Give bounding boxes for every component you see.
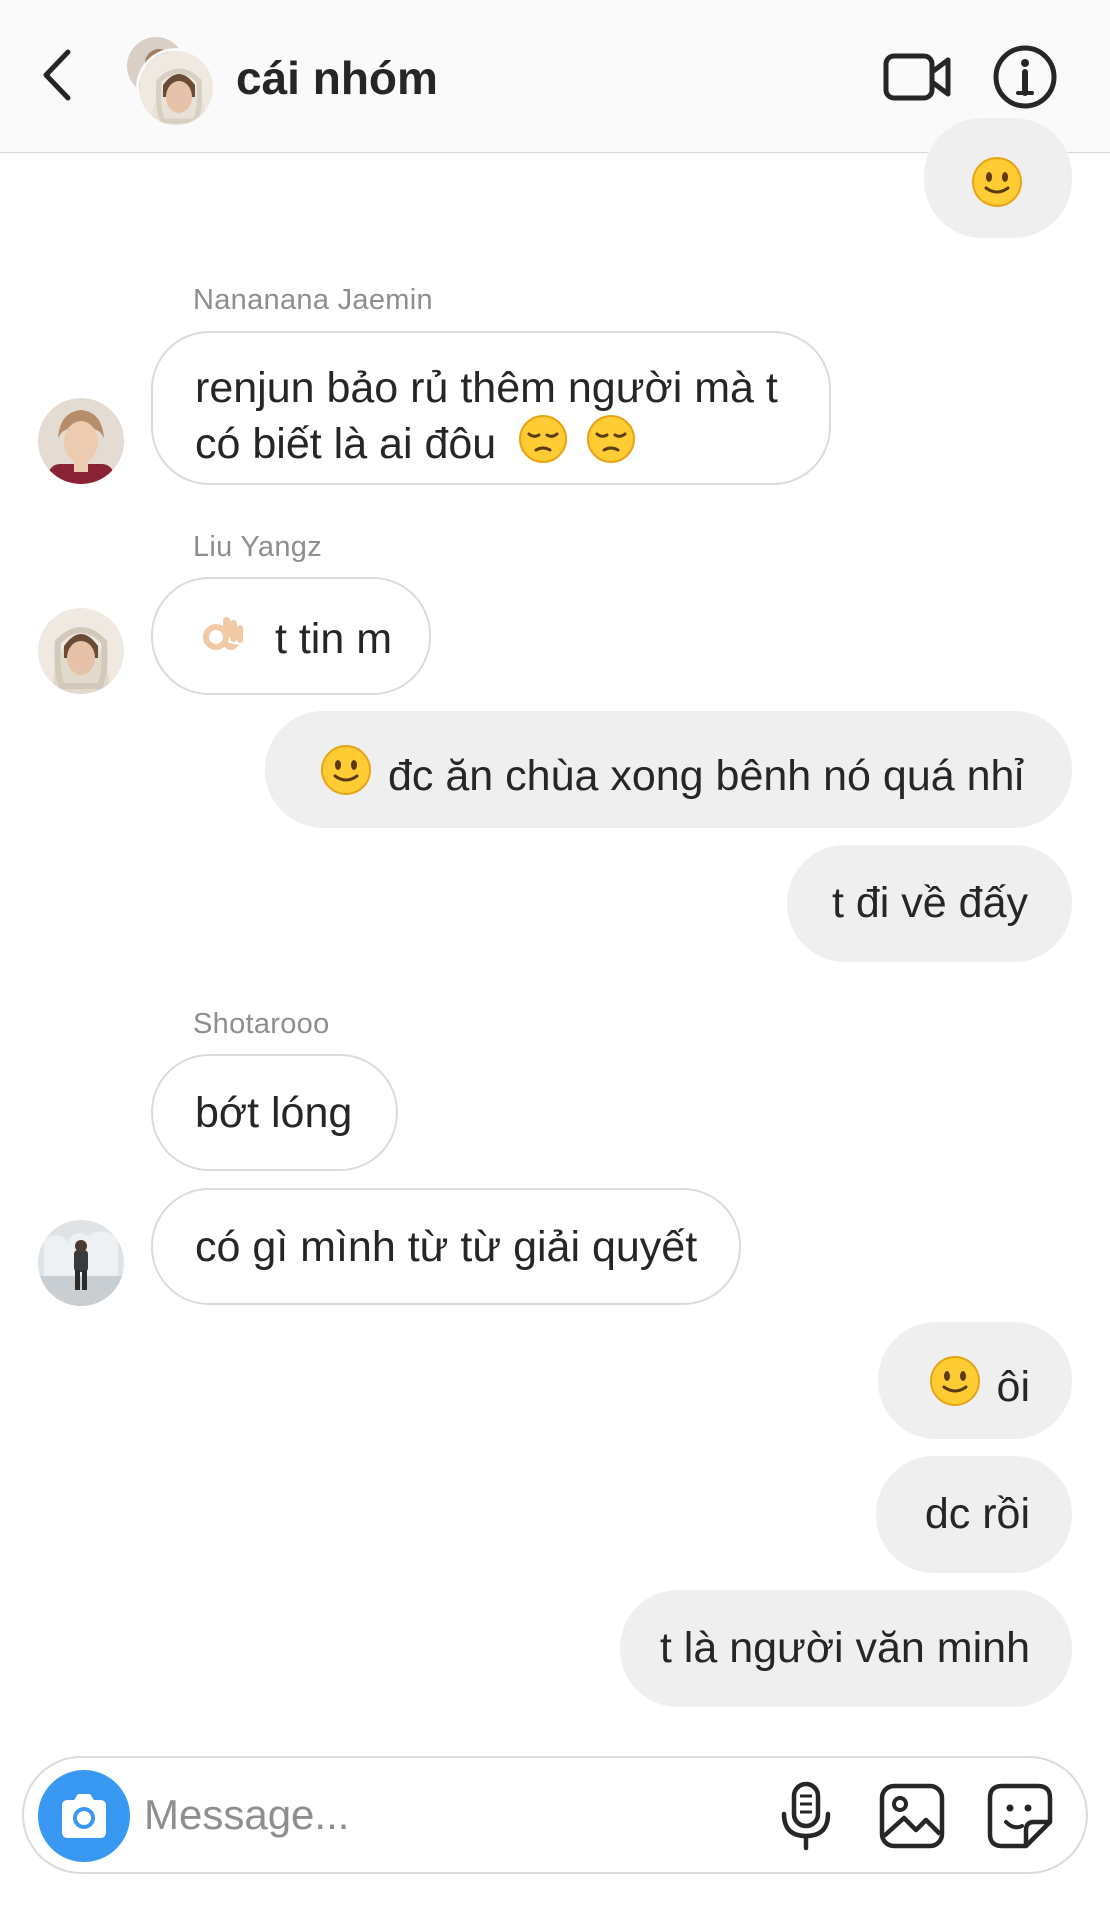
smile-emoji-icon: [321, 745, 372, 795]
message-text: bớt lóng: [195, 1089, 353, 1137]
avatar[interactable]: [38, 1220, 124, 1306]
message-text: t là người văn minh: [659, 1624, 1030, 1672]
outgoing-message[interactable]: ôi: [878, 1322, 1072, 1439]
message-line: renjun bảo rủ thêm người mà t: [195, 364, 778, 412]
message-input[interactable]: [144, 1784, 624, 1846]
outgoing-message[interactable]: [924, 118, 1072, 238]
gallery-button[interactable]: [876, 1780, 948, 1852]
sticker-button[interactable]: [984, 1780, 1056, 1852]
message-text: ôi: [996, 1363, 1030, 1411]
ok-hand-icon: [203, 617, 243, 651]
pensive-face-icon: [587, 415, 636, 463]
message-text: đc ăn chùa xong bênh nó quá nhỉ: [388, 752, 1024, 800]
message-composer: [22, 1756, 1088, 1874]
outgoing-message[interactable]: dc rồi: [876, 1456, 1072, 1573]
sender-name: Nananana Jaemin: [193, 284, 433, 316]
message-text: có gì mình từ từ giải quyết: [195, 1223, 698, 1271]
camera-icon: [62, 1794, 106, 1838]
message-text: t đi về đấy: [832, 879, 1028, 927]
message-line: có biết là ai đôu: [195, 414, 829, 470]
microphone-icon: [781, 1781, 831, 1851]
sticker-icon: [987, 1783, 1053, 1849]
sender-name: Shotarooo: [193, 1008, 330, 1040]
outgoing-message[interactable]: đc ăn chùa xong bênh nó quá nhỉ: [265, 711, 1072, 828]
voice-message-button[interactable]: [776, 1780, 836, 1852]
image-icon: [879, 1783, 945, 1849]
incoming-message[interactable]: bớt lóng: [151, 1054, 398, 1171]
sender-name: Liu Yangz: [193, 531, 323, 563]
incoming-message[interactable]: renjun bảo rủ thêm người mà t có biết là…: [151, 331, 831, 485]
smile-emoji-icon: [929, 1356, 980, 1406]
avatar[interactable]: [38, 398, 124, 484]
outgoing-message[interactable]: t đi về đấy: [787, 845, 1072, 962]
message-text: t tin m: [274, 615, 393, 663]
outgoing-message[interactable]: t là người văn minh: [620, 1590, 1072, 1707]
smile-emoji-icon: [972, 157, 1022, 207]
message-thread[interactable]: Nananana Jaemin renjun bảo rủ thêm người…: [0, 0, 1110, 1920]
message-text: dc rồi: [924, 1490, 1030, 1538]
camera-button[interactable]: [38, 1770, 130, 1862]
pensive-face-icon: [519, 415, 568, 463]
avatar[interactable]: [38, 608, 124, 694]
incoming-message[interactable]: t tin m: [151, 577, 431, 695]
incoming-message[interactable]: có gì mình từ từ giải quyết: [151, 1188, 741, 1305]
